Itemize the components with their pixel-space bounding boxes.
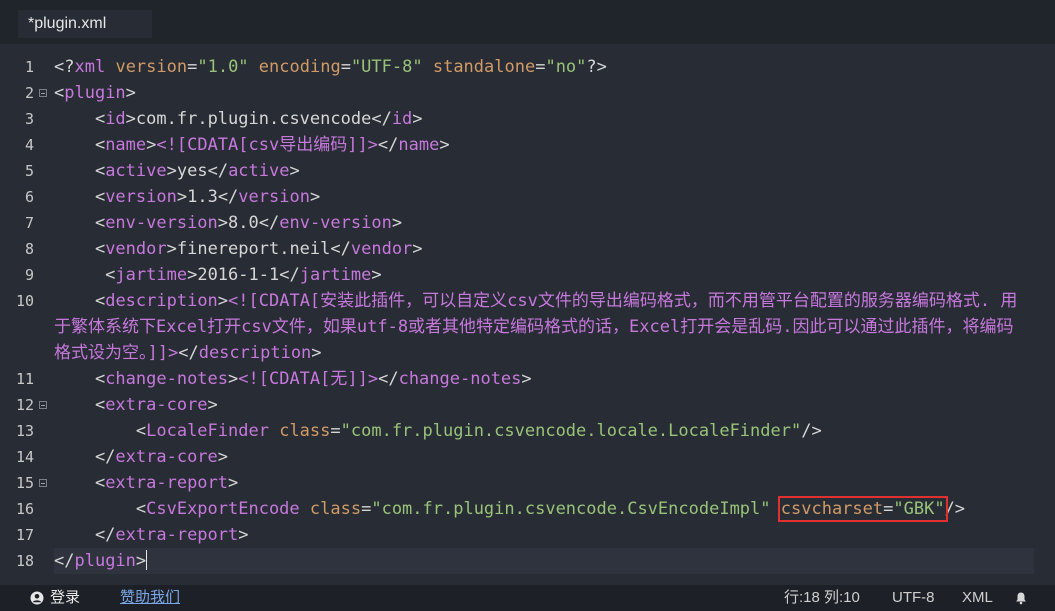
- code-line: <active>yes</active>: [54, 161, 300, 181]
- line-number: 8: [24, 240, 34, 258]
- line-number: 1: [24, 58, 34, 76]
- line-number: 6: [24, 188, 34, 206]
- code-line: <plugin>: [54, 83, 136, 103]
- line-number: 18: [15, 552, 34, 570]
- code-line: <LocaleFinder class="com.fr.plugin.csven…: [54, 421, 822, 441]
- code-line-current: </plugin>: [54, 548, 1034, 574]
- line-number: 11: [15, 370, 34, 388]
- line-number: 5: [24, 162, 34, 180]
- encoding-selector[interactable]: UTF-8: [892, 585, 935, 611]
- line-number: 9: [24, 266, 34, 284]
- code-line: </extra-core>: [54, 447, 229, 467]
- code-line: <extra-report>: [54, 473, 239, 493]
- line-number: 3: [24, 110, 34, 128]
- line-number: 2: [24, 84, 34, 102]
- donate-link[interactable]: 赞助我们: [120, 585, 180, 611]
- code-area[interactable]: <?xml version="1.0" encoding="UTF-8" sta…: [54, 54, 1034, 576]
- code-line: <id>com.fr.plugin.csvencode</id>: [54, 109, 423, 129]
- fold-toggle-icon[interactable]: [39, 479, 47, 487]
- language-mode-selector[interactable]: XML: [962, 585, 993, 611]
- code-line: <?xml version="1.0" encoding="UTF-8" sta…: [54, 57, 607, 77]
- tab-plugin-xml[interactable]: *plugin.xml: [18, 10, 152, 38]
- code-line: <extra-core>: [54, 395, 218, 415]
- tab-bar: *plugin.xml: [0, 0, 1055, 44]
- line-number: 13: [15, 422, 34, 440]
- code-line: <jartime>2016-1-1</jartime>: [54, 265, 382, 285]
- code-line: <env-version>8.0</env-version>: [54, 213, 403, 233]
- line-number: 12: [15, 396, 34, 414]
- code-editor[interactable]: 1 2 3 4 5 6 7 8 9 10 11 12 13 14 15 16 1…: [0, 54, 1055, 576]
- login-link[interactable]: 登录: [50, 585, 80, 611]
- line-number: 15: [15, 474, 34, 492]
- line-number: 4: [24, 136, 34, 154]
- code-line: <version>1.3</version>: [54, 187, 321, 207]
- fold-toggle-icon[interactable]: [39, 89, 47, 97]
- line-number: 16: [15, 500, 34, 518]
- line-number-gutter: 1 2 3 4 5 6 7 8 9 10 11 12 13 14 15 16 1…: [0, 54, 52, 576]
- code-line: <name><![CDATA[csv导出编码]]></name>: [54, 135, 450, 155]
- line-number: 17: [15, 526, 34, 544]
- text-caret: [146, 550, 148, 570]
- code-line: <change-notes><![CDATA[无]]></change-note…: [54, 369, 532, 389]
- line-number: 14: [15, 448, 34, 466]
- code-line: <CsvExportEncode class="com.fr.plugin.cs…: [54, 496, 966, 522]
- cursor-position[interactable]: 行:18 列:10: [784, 585, 860, 611]
- code-line: <vendor>finereport.neil</vendor>: [54, 239, 423, 259]
- line-number: 7: [24, 214, 34, 232]
- user-icon[interactable]: [30, 591, 44, 605]
- code-line-wrapped: <<description><![CDATA[安装此插件，可以自定义csv文件的…: [54, 291, 1018, 363]
- fold-toggle-icon[interactable]: [39, 401, 47, 409]
- status-bar: 登录 赞助我们 行:18 列:10 UTF-8 XML: [0, 585, 1055, 611]
- code-line: </extra-report>: [54, 525, 249, 545]
- highlight-box: csvcharset="GBK": [777, 496, 948, 522]
- line-number: 10: [15, 292, 34, 310]
- bell-icon[interactable]: [1014, 591, 1028, 605]
